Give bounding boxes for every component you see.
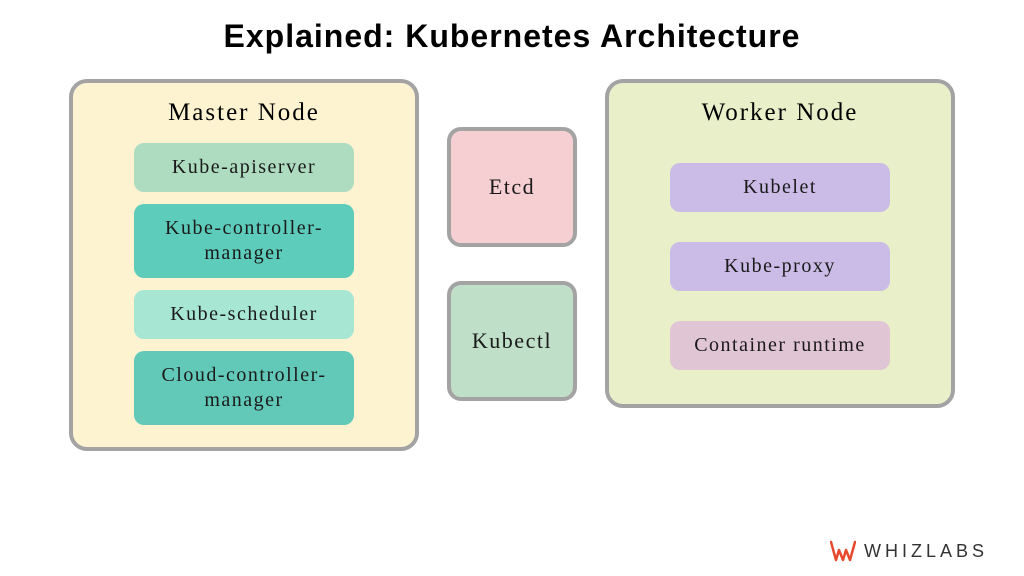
brand-text: WHIZLABS — [864, 541, 988, 562]
component-kubelet: Kubelet — [670, 163, 890, 212]
master-node-title: Master Node — [101, 99, 387, 127]
component-kube-proxy: Kube-proxy — [670, 242, 890, 291]
worker-node-items: Kubelet Kube-proxy Container runtime — [637, 163, 923, 370]
middle-column: Etcd Kubectl — [447, 79, 577, 401]
worker-node-title: Worker Node — [637, 99, 923, 127]
page-title: Explained: Kubernetes Architecture — [0, 0, 1024, 55]
master-node-box: Master Node Kube-apiserver Kube-controll… — [69, 79, 419, 451]
component-kube-scheduler: Kube-scheduler — [134, 290, 354, 339]
component-kube-apiserver: Kube-apiserver — [134, 143, 354, 192]
whizlabs-icon — [830, 540, 856, 562]
component-kubectl: Kubectl — [447, 281, 577, 401]
master-node-items: Kube-apiserver Kube-controller-manager K… — [101, 143, 387, 425]
component-cloud-controller-manager: Cloud-controller-manager — [134, 351, 354, 425]
architecture-diagram: Master Node Kube-apiserver Kube-controll… — [0, 55, 1024, 451]
component-container-runtime: Container runtime — [670, 321, 890, 370]
component-etcd: Etcd — [447, 127, 577, 247]
worker-node-box: Worker Node Kubelet Kube-proxy Container… — [605, 79, 955, 408]
component-kube-controller-manager: Kube-controller-manager — [134, 204, 354, 278]
brand-logo: WHIZLABS — [830, 540, 988, 562]
